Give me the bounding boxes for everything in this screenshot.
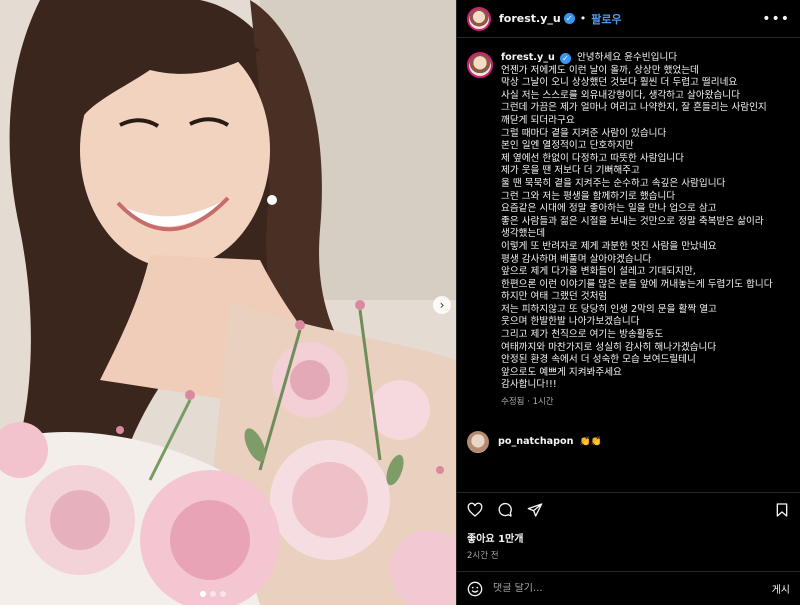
- caption: forest.y_u ✓ 안녕하세요 윤수빈입니다 언젠가 저에게도 이런 날이…: [501, 52, 790, 409]
- carousel-dot: [200, 591, 206, 597]
- heart-icon[interactable]: [467, 502, 483, 518]
- caption-line: 하지만 여태 그랬던 것처럼: [501, 291, 608, 303]
- caption-avatar[interactable]: [467, 52, 493, 78]
- caption-meta: 수정됨 · 1시간: [501, 397, 554, 408]
- caption-line: 깨닫게 되더라구요: [501, 114, 575, 126]
- caption-line: 생각했는데: [501, 228, 546, 240]
- post-photo[interactable]: ›: [0, 0, 456, 605]
- emoji-icon[interactable]: [467, 581, 483, 597]
- caption-line: 언젠가 저에게도 이런 날이 올까, 상상만 했었는데: [501, 64, 699, 76]
- bookmark-icon[interactable]: [774, 502, 790, 518]
- comment-input[interactable]: [493, 583, 772, 594]
- caption-line: 안녕하세요 윤수빈입니다: [576, 52, 678, 63]
- bride-photo-illustration: [0, 0, 456, 605]
- caption-line: 그리고 제가 천직으로 여기는 방송활동도: [501, 329, 664, 341]
- caption-line: 한편으론 이런 이야기를 많은 분들 앞에 꺼내놓는게 두렵기도 합니다: [501, 278, 773, 290]
- comment-icon[interactable]: [497, 502, 513, 518]
- caption-line: 그럴 때마다 곁을 지켜준 사람이 있습니다: [501, 127, 667, 139]
- post-timestamp: 2시간 전: [467, 551, 499, 561]
- add-comment-bar: 게시: [457, 571, 800, 605]
- chevron-right-icon: ›: [439, 298, 445, 312]
- caption-line: 그런데 가끔은 제가 얼마나 여리고 나약한지, 잘 흔들리는 사람인지: [501, 102, 767, 114]
- caption-row: forest.y_u ✓ 안녕하세요 윤수빈입니다 언젠가 저에게도 이런 날이…: [467, 52, 790, 409]
- commenter-avatar[interactable]: [467, 430, 489, 453]
- verified-icon: ✓: [559, 53, 571, 64]
- comment-username[interactable]: po_natchapon: [498, 436, 573, 447]
- caption-line: 막상 그날이 오니 상상했던 것보다 훨씬 더 두렵고 떨리네요: [501, 77, 738, 89]
- caption-line: 이렇게 또 반려자로 제게 과분한 멋진 사람을 만났네요: [501, 240, 717, 252]
- header-separator: •: [579, 12, 587, 25]
- caption-line: 앞으로 제게 다가올 변화들이 설레고 기대되지만,: [501, 266, 696, 278]
- caption-line: 울 땐 묵묵히 곁을 지켜주는 순수하고 속깊은 사람입니다: [501, 177, 726, 189]
- caption-line: 본인 일엔 열정적이고 단호하지만: [501, 140, 634, 152]
- caption-line: 감사합니다!!!: [501, 379, 557, 391]
- caption-line: 평생 감사하며 베풀며 살아야겠습니다: [501, 253, 652, 265]
- carousel-dot: [210, 591, 216, 597]
- comment-item: po_natchapon 👏👏: [467, 430, 790, 453]
- comment-text: 👏👏: [579, 437, 602, 448]
- caption-line: 좋은 사람들과 젊은 시절을 보내는 것만으로 정말 축복받은 삶이라: [501, 215, 764, 227]
- caption-line: 요즘같은 시대에 정말 좋아하는 일을 만나 업으로 삼고: [501, 203, 717, 215]
- share-icon[interactable]: [527, 502, 543, 518]
- post-view: › forest.y_u ✓ • 팔로우 ••• forest.y_u ✓ 안녕…: [0, 0, 800, 605]
- avatar[interactable]: [467, 6, 491, 31]
- post-header: forest.y_u ✓ • 팔로우 •••: [457, 0, 800, 38]
- caption-line: 그런 그와 저는 평생을 함께하기로 했습니다: [501, 190, 676, 202]
- caption-line: 제가 웃을 땐 저보다 더 기뻐해주고: [501, 165, 640, 177]
- caption-username[interactable]: forest.y_u: [501, 52, 555, 63]
- verified-icon: ✓: [563, 13, 575, 24]
- action-bar: [457, 492, 800, 526]
- caption-line: 앞으로도 예쁘게 지켜봐주세요: [501, 366, 622, 378]
- carousel-indicator: [200, 591, 226, 597]
- carousel-dot: [220, 591, 226, 597]
- caption-line: 여태까지와 마찬가지로 성실히 감사히 해나가겠습니다: [501, 341, 717, 353]
- post-side-panel: forest.y_u ✓ • 팔로우 ••• forest.y_u ✓ 안녕하세…: [456, 0, 800, 605]
- caption-line: 안정된 환경 속에서 더 성숙한 모습 보여드릴테니: [501, 354, 696, 366]
- more-icon[interactable]: •••: [762, 11, 790, 27]
- post-comment-button[interactable]: 게시: [772, 581, 790, 596]
- caption-line: 사실 저는 스스로를 외유내강형이다, 생각하고 살아왔습니다: [501, 89, 740, 101]
- follow-button[interactable]: 팔로우: [591, 11, 621, 27]
- comment-text-wrap: po_natchapon 👏👏: [498, 436, 602, 447]
- caption-line: 제 옆에선 한없이 다정하고 따뜻한 사람입니다: [501, 152, 684, 164]
- caption-line: 저는 피하지않고 또 당당히 인생 2막의 문을 활짝 열고: [501, 303, 717, 315]
- caption-line: 웃으며 한발한발 나아가보겠습니다: [501, 316, 640, 328]
- like-count[interactable]: 좋아요 1만개: [457, 526, 800, 545]
- post-username[interactable]: forest.y_u: [499, 12, 561, 25]
- caption-area: forest.y_u ✓ 안녕하세요 윤수빈입니다 언젠가 저에게도 이런 날이…: [457, 38, 800, 492]
- carousel-next-button[interactable]: ›: [433, 296, 451, 314]
